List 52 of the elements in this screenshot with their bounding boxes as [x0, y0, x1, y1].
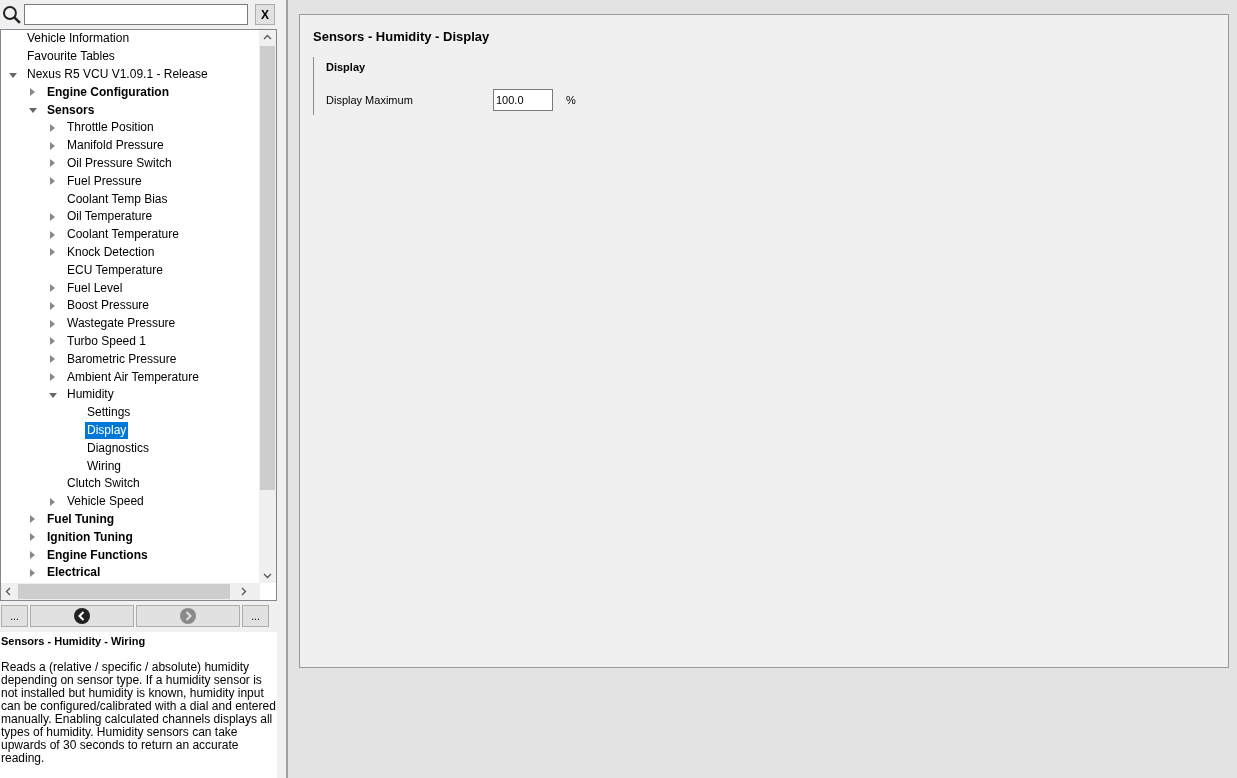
tree-item[interactable]: Boost Pressure	[65, 297, 152, 315]
tree-item[interactable]: Settings	[85, 404, 133, 422]
tree-item[interactable]: Fuel Level	[65, 279, 125, 297]
tree-item[interactable]: Ambient Air Temperature	[65, 368, 201, 386]
help-text: Reads a (relative / specific / absolute) humidity depending on sensor type. If a humidity sensor is not installed but humidity is known, humidity input can be configured/calibrated with a dial and entered manually. Enabling calculated channels displays all types of humidity. Humidity sensors can take upwards of 30 seconds to return an accurate reading.	[1, 661, 277, 765]
unit-label: %	[566, 92, 576, 108]
help-title: Sensors - Humidity - Wiring	[1, 634, 147, 648]
tree-item[interactable]: Oil Pressure Switch	[65, 154, 174, 172]
tree-item[interactable]: Coolant Temp Bias	[65, 190, 170, 208]
tree-item[interactable]: Wastegate Pressure	[65, 315, 178, 333]
scrollbar-thumb[interactable]	[260, 46, 275, 490]
tree-item[interactable]: Barometric Pressure	[65, 350, 179, 368]
tree-item[interactable]: Display	[85, 421, 129, 439]
vertical-scrollbar[interactable]	[259, 30, 276, 583]
search-icon	[2, 4, 22, 25]
back-button[interactable]	[30, 605, 134, 627]
tree-item[interactable]: Vehicle Speed	[65, 493, 146, 511]
tree-item[interactable]: Nexus R5 VCU V1.09.1 - Release	[25, 66, 210, 83]
tree-item[interactable]: Coolant Temperature	[65, 226, 181, 244]
tree-item[interactable]: ECU Temperature	[65, 261, 165, 279]
tree-item[interactable]: Oil Temperature	[65, 208, 155, 226]
horizontal-scrollbar[interactable]	[1, 583, 260, 600]
value-field[interactable]: 100.0	[493, 89, 553, 111]
more-button[interactable]: ...	[242, 605, 269, 627]
tree-item[interactable]: Diagnostics	[85, 439, 152, 457]
scroll-up-icon[interactable]	[263, 34, 272, 40]
tree-item[interactable]: Engine Functions	[45, 546, 150, 564]
page-title: Sensors - Humidity - Display	[313, 28, 491, 46]
tree-item[interactable]: Sensors	[45, 101, 97, 119]
tree-item[interactable]: Humidity	[65, 386, 116, 404]
tree-item[interactable]: Wiring	[85, 457, 123, 475]
scrollbar-thumb[interactable]	[18, 584, 230, 599]
tree-item[interactable]: Vehicle Information	[25, 30, 132, 48]
more-button[interactable]: ...	[1, 605, 28, 627]
tree-item[interactable]: Ignition Tuning	[45, 528, 135, 546]
clear-button[interactable]: X	[255, 4, 275, 25]
group-title: Display	[326, 59, 367, 75]
tree-item[interactable]: Fuel Pressure	[65, 172, 144, 190]
tree-item[interactable]: Throttle Position	[65, 119, 156, 137]
scroll-left-icon[interactable]	[5, 587, 11, 596]
search-field[interactable]	[23, 4, 249, 25]
tree-item[interactable]: Engine Configuration	[45, 83, 171, 101]
tree-item[interactable]: Electrical	[45, 564, 103, 582]
tree-item[interactable]: Knock Detection	[65, 243, 157, 261]
scroll-right-icon[interactable]	[241, 587, 247, 596]
tree-item[interactable]: Favourite Tables	[25, 48, 117, 66]
field-label: Display Maximum	[326, 92, 414, 108]
tree-item[interactable]: Fuel Tuning	[45, 510, 117, 528]
tree-item[interactable]: Clutch Switch	[65, 475, 142, 493]
scroll-down-icon[interactable]	[263, 573, 272, 579]
tree-item[interactable]: Manifold Pressure	[65, 137, 166, 155]
tree-item[interactable]: Turbo Speed 1	[65, 332, 148, 350]
